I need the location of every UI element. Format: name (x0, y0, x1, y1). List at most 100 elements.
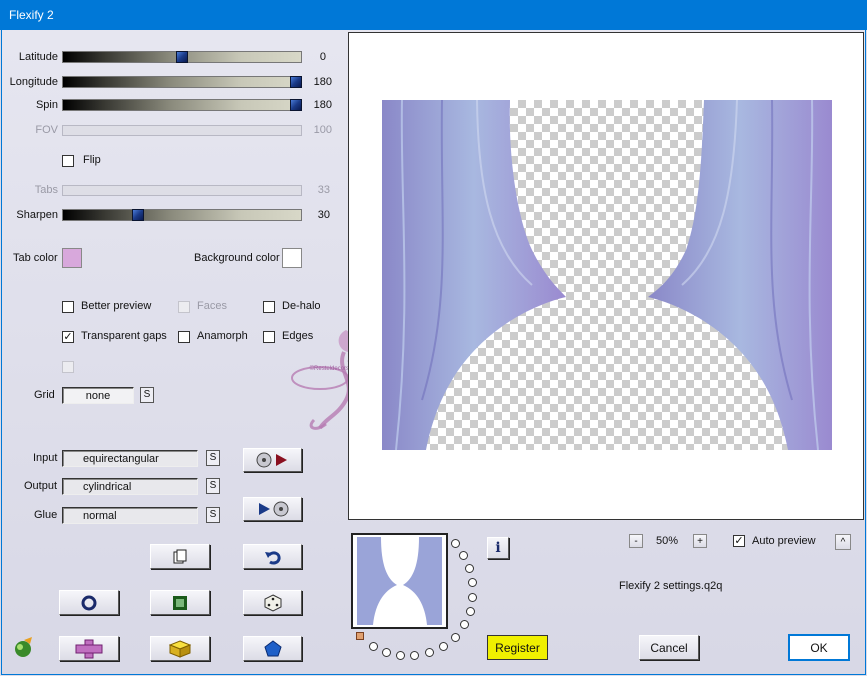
spin-slider[interactable] (62, 99, 302, 111)
anamorph-label: Anamorph (197, 330, 248, 342)
nav-dot[interactable] (369, 642, 378, 651)
output-select[interactable]: cylindrical (62, 478, 198, 495)
nav-dot[interactable] (425, 648, 434, 657)
undo-arrow-icon (264, 550, 281, 564)
faces-label: Faces (197, 300, 227, 312)
latitude-value: 0 (319, 51, 326, 63)
nav-dot[interactable] (468, 593, 477, 602)
input-label: Input (33, 452, 58, 464)
purple-cross-icon (75, 639, 103, 658)
nav-dot[interactable] (382, 648, 391, 657)
nav-handle[interactable] (356, 632, 364, 640)
longitude-label: Longitude (9, 76, 58, 88)
flip-checkbox[interactable] (62, 155, 74, 167)
nav-dot[interactable] (396, 651, 405, 660)
logo-icon (12, 636, 36, 661)
load-preset-button[interactable] (243, 448, 302, 472)
dehalo-label: De-halo (282, 300, 321, 312)
undo-button[interactable] (243, 544, 302, 569)
pentagon-button[interactable] (243, 636, 302, 661)
better-preview-label: Better preview (81, 300, 152, 312)
edges-checkbox[interactable] (263, 331, 275, 343)
faces-checkbox (178, 301, 190, 313)
info-icon: i (495, 540, 501, 556)
tabs-value: 33 (317, 184, 330, 196)
ring-button[interactable] (59, 590, 119, 615)
cancel-button[interactable]: Cancel (639, 635, 699, 660)
latitude-thumb[interactable] (176, 51, 188, 63)
sharpen-slider[interactable] (62, 209, 302, 221)
title-bar: Flexify 2 (0, 0, 867, 30)
sharpen-value: 30 (317, 209, 330, 221)
tab-color-swatch[interactable] (62, 248, 82, 268)
grid-label: Grid (34, 389, 55, 401)
ok-button[interactable]: OK (789, 635, 849, 660)
nav-dot[interactable] (410, 651, 419, 660)
square-frame-icon (173, 595, 187, 610)
nav-dot[interactable] (451, 539, 460, 548)
curtain-image (382, 100, 832, 450)
zoom-in-button[interactable]: + (693, 534, 707, 548)
disc-play-icon (256, 452, 287, 468)
grid-select[interactable]: none (62, 387, 134, 404)
fov-value: 100 (313, 124, 332, 136)
square-button[interactable] (150, 590, 210, 615)
tab-color-label: Tab color (13, 252, 58, 264)
spin-thumb[interactable] (290, 99, 302, 111)
sharpen-thumb[interactable] (132, 209, 144, 221)
glue-s-button[interactable]: S (206, 507, 220, 523)
register-button[interactable]: Register (487, 635, 548, 660)
nav-dot[interactable] (439, 642, 448, 651)
play-disc-icon (258, 501, 288, 517)
info-button[interactable]: i (487, 537, 509, 559)
settings-filename: Flexify 2 settings.q2q (619, 580, 723, 592)
copy-button[interactable] (150, 544, 210, 569)
better-preview-checkbox[interactable] (62, 301, 74, 313)
output-s-button[interactable]: S (206, 478, 220, 494)
fov-slider (62, 125, 302, 136)
dehalo-checkbox[interactable] (263, 301, 275, 313)
zoom-out-button[interactable]: - (629, 534, 643, 548)
tabs-slider (62, 185, 302, 196)
input-select[interactable]: equirectangular (62, 450, 198, 467)
longitude-thumb[interactable] (290, 76, 302, 88)
nav-dot[interactable] (465, 564, 474, 573)
anamorph-checkbox[interactable] (178, 331, 190, 343)
input-s-button[interactable]: S (206, 450, 220, 466)
nav-dot[interactable] (459, 551, 468, 560)
fov-label: FOV (35, 124, 58, 136)
auto-preview-checkbox[interactable]: ✓ (733, 535, 745, 547)
latitude-slider[interactable] (62, 51, 302, 63)
latitude-label: Latitude (18, 51, 58, 63)
transparent-gaps-checkbox[interactable]: ✓ (62, 331, 74, 343)
copy-page-icon (173, 549, 187, 563)
cross-button[interactable] (59, 636, 119, 661)
preview-canvas[interactable] (382, 100, 832, 450)
disabled-checkbox (62, 361, 74, 373)
dice-icon (264, 593, 281, 612)
save-preset-button[interactable] (243, 497, 302, 521)
transparent-gaps-label: Transparent gaps (81, 330, 167, 342)
glue-label: Glue (34, 509, 58, 521)
window-title: Flexify 2 (9, 8, 54, 22)
random-button[interactable] (243, 590, 302, 615)
collapse-button[interactable]: ^ (835, 534, 851, 550)
flip-label: Flip (83, 154, 101, 166)
longitude-value: 180 (313, 76, 332, 88)
nav-dot[interactable] (466, 607, 475, 616)
background-color-label: Background color (194, 252, 280, 264)
background-color-swatch[interactable] (282, 248, 302, 268)
nav-dot[interactable] (460, 620, 469, 629)
spin-value: 180 (313, 99, 332, 111)
zoom-level: 50% (656, 535, 679, 547)
longitude-slider[interactable] (62, 76, 302, 88)
sharpen-label: Sharpen (16, 209, 58, 221)
glue-select[interactable]: normal (62, 507, 198, 524)
cube-button[interactable] (150, 636, 210, 661)
spin-label: Spin (35, 99, 58, 111)
nav-dot[interactable] (451, 633, 460, 642)
output-label: Output (24, 480, 58, 492)
navigator-thumbnail[interactable] (351, 533, 448, 629)
nav-dot[interactable] (468, 578, 477, 587)
grid-s-button[interactable]: S (140, 387, 154, 403)
